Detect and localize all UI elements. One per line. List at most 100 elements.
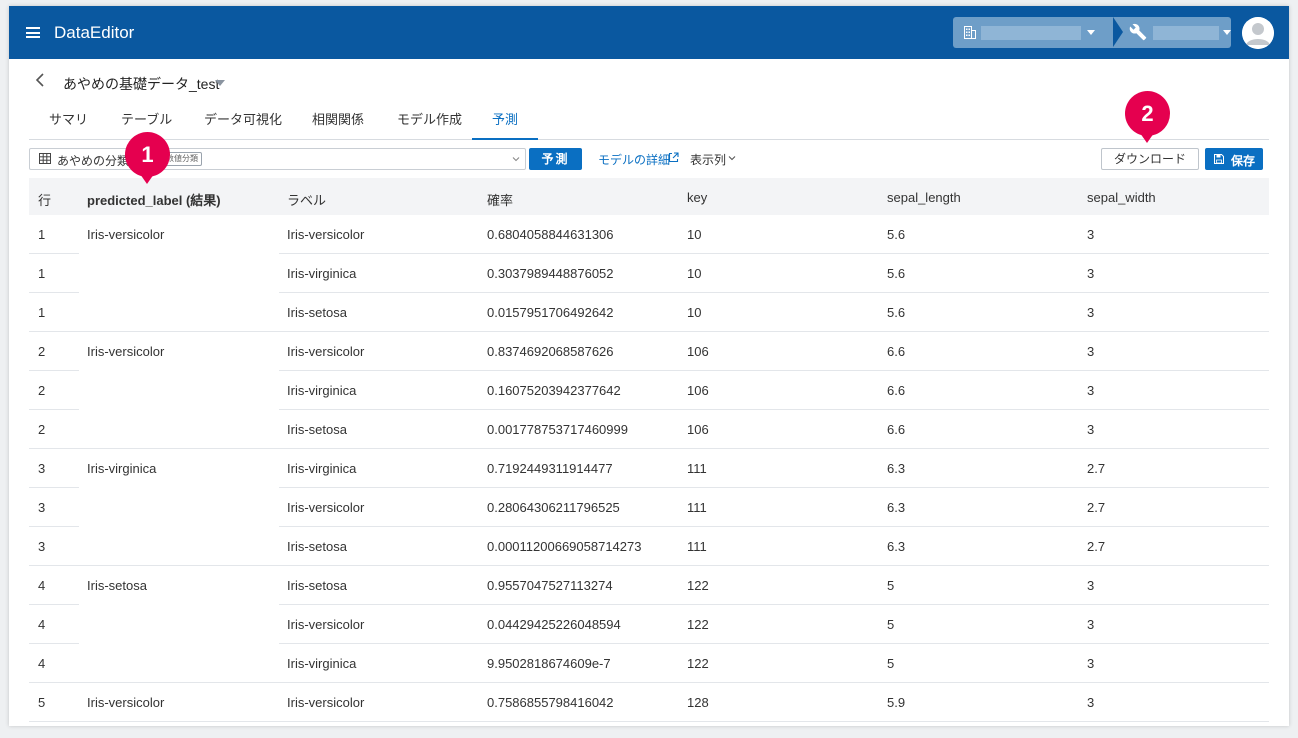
cell-probability: 9.9502818674609e-7 <box>487 656 611 671</box>
breadcrumb-arrow <box>1103 17 1113 47</box>
cell-label: Iris-versicolor <box>287 344 365 359</box>
cell-key: 122 <box>687 578 709 593</box>
cell-probability: 0.3037989448876052 <box>487 266 614 281</box>
tab-visualization[interactable]: データ可視化 <box>184 102 302 140</box>
table-row: 3 Iris-setosa 0.00011200669058714273 111 6.3… <box>29 527 1269 566</box>
cell-predicted-label: Iris-setosa <box>87 578 147 593</box>
app-window: DataEditor あやめの基礎データ_test サマリ テーブル データ可視… <box>9 6 1289 726</box>
cell-predicted-label: Iris-versicolor <box>87 227 165 242</box>
cell-probability: 0.9557047527113274 <box>487 578 613 593</box>
cell-row-number: 1 <box>38 305 46 320</box>
cell-label: Iris-setosa <box>287 305 347 320</box>
cell-sepal-length: 6.3 <box>887 500 906 515</box>
caret-down-icon[interactable] <box>215 80 225 86</box>
breadcrumb-notch <box>1113 17 1123 47</box>
cell-sepal-length: 6.3 <box>887 539 906 554</box>
download-button[interactable]: ダウンロード <box>1101 148 1199 170</box>
cell-predicted-label: Iris-versicolor <box>87 344 165 359</box>
cell-probability: 0.04429425226048594 <box>487 617 621 632</box>
table-icon <box>39 153 51 164</box>
back-chevron-icon[interactable] <box>34 72 46 88</box>
cell-label: Iris-versicolor <box>287 617 365 632</box>
cell-label: Iris-setosa <box>287 539 347 554</box>
tab-model-creation[interactable]: モデル作成 <box>377 102 482 140</box>
menu-icon[interactable] <box>26 27 40 38</box>
organization-name-redacted <box>981 26 1081 40</box>
app-title: DataEditor <box>54 23 135 42</box>
cell-sepal-length: 5.6 <box>887 266 906 281</box>
cell-sepal-length: 5.9 <box>887 695 906 710</box>
organization-select[interactable] <box>953 17 1113 48</box>
table-row: 1 Iris-virginica 0.3037989448876052 10 5.6 3 <box>29 254 1269 293</box>
project-select[interactable] <box>1113 17 1231 48</box>
cell-key: 128 <box>687 695 709 710</box>
cell-row-number: 2 <box>38 422 46 437</box>
tab-prediction[interactable]: 予測 <box>472 102 539 140</box>
cell-probability: 0.7192449311914477 <box>487 461 613 476</box>
cell-sepal-width: 3 <box>1087 422 1095 437</box>
tab-correlation[interactable]: 相関関係 <box>292 102 384 140</box>
project-name-redacted <box>1153 26 1219 40</box>
cell-sepal-width: 3 <box>1087 695 1095 710</box>
tab-bar: サマリ テーブル データ可視化 相関関係 モデル作成 予測 <box>29 102 1269 140</box>
cell-label: Iris-versicolor <box>287 695 365 710</box>
cell-probability: 0.6804058844631306 <box>487 227 614 242</box>
table-row: 1 Iris-versicolor Iris-versicolor 0.6804058… <box>29 215 1269 254</box>
cell-sepal-width: 3 <box>1087 578 1095 593</box>
cell-sepal-width: 2.7 <box>1087 461 1106 476</box>
cell-label: Iris-virginica <box>287 383 357 398</box>
cell-row-number: 4 <box>38 578 46 593</box>
caret-down-icon <box>1223 30 1231 35</box>
cell-probability: 0.00011200669058714273 <box>487 539 642 554</box>
table-header: 行 predicted_label (結果) ラベル 確率 key sepal_… <box>29 178 1269 215</box>
model-select[interactable]: あやめの分類 数値分類 <box>29 148 526 170</box>
tab-summary[interactable]: サマリ <box>29 102 108 140</box>
avatar[interactable] <box>1242 17 1274 49</box>
cell-row-number: 2 <box>38 383 46 398</box>
header-label: ラベル <box>287 193 327 208</box>
table-row: 4 Iris-versicolor 0.04429425226048594 122 5 3 <box>29 605 1269 644</box>
cell-key: 122 <box>687 656 709 671</box>
chevron-down-icon[interactable] <box>728 154 736 162</box>
header-probability: 確率 <box>487 193 514 208</box>
dataset-title[interactable]: あやめの基礎データ_test <box>63 74 219 94</box>
cell-row-number: 3 <box>38 500 46 515</box>
save-label: 保存 <box>1231 154 1256 168</box>
external-link-icon[interactable] <box>668 152 679 163</box>
cell-key: 111 <box>687 500 707 515</box>
cell-key: 122 <box>687 617 709 632</box>
cell-sepal-length: 5.6 <box>887 227 906 242</box>
user-icon <box>1242 17 1274 49</box>
annotation-badge-1: 1 <box>125 132 170 177</box>
table-row: 2 Iris-versicolor Iris-versicolor 0.8374692… <box>29 332 1269 371</box>
table-row: 2 Iris-setosa 0.001778753717460999 106 6.6 3 <box>29 410 1269 449</box>
columns-toggle[interactable]: 表示列 <box>690 151 726 168</box>
header-row-number: 行 <box>38 193 52 208</box>
cell-key: 106 <box>687 383 709 398</box>
caret-down-icon <box>1087 30 1095 35</box>
cell-probability: 0.8374692068587626 <box>487 344 614 359</box>
model-detail-link[interactable]: モデルの詳細 <box>598 151 670 168</box>
cell-row-number: 1 <box>38 227 46 242</box>
cell-row-number: 5 <box>38 695 46 710</box>
table-row: 3 Iris-virginica Iris-virginica 0.719244931… <box>29 449 1269 488</box>
cell-sepal-width: 3 <box>1087 305 1095 320</box>
cell-sepal-width: 3 <box>1087 383 1095 398</box>
cell-key: 111 <box>687 461 707 476</box>
cell-sepal-length: 6.6 <box>887 383 906 398</box>
cell-sepal-length: 6.6 <box>887 422 906 437</box>
table-row: 4 Iris-virginica 9.9502818674609e-7 122 5 3 <box>29 644 1269 683</box>
cell-sepal-length: 5 <box>887 656 895 671</box>
cell-probability: 0.16075203942377642 <box>487 383 621 398</box>
cell-row-number: 2 <box>38 344 46 359</box>
cell-key: 10 <box>687 266 702 281</box>
predict-button[interactable]: 予測 <box>529 148 582 170</box>
cell-sepal-width: 2.7 <box>1087 539 1106 554</box>
cell-row-number: 3 <box>38 461 46 476</box>
cell-sepal-length: 6.6 <box>887 344 906 359</box>
header-predicted-label: predicted_label (結果) <box>87 193 221 208</box>
save-icon <box>1214 154 1224 164</box>
save-button[interactable]: 保存 <box>1205 148 1263 170</box>
cell-row-number: 3 <box>38 539 46 554</box>
cell-sepal-width: 3 <box>1087 617 1095 632</box>
